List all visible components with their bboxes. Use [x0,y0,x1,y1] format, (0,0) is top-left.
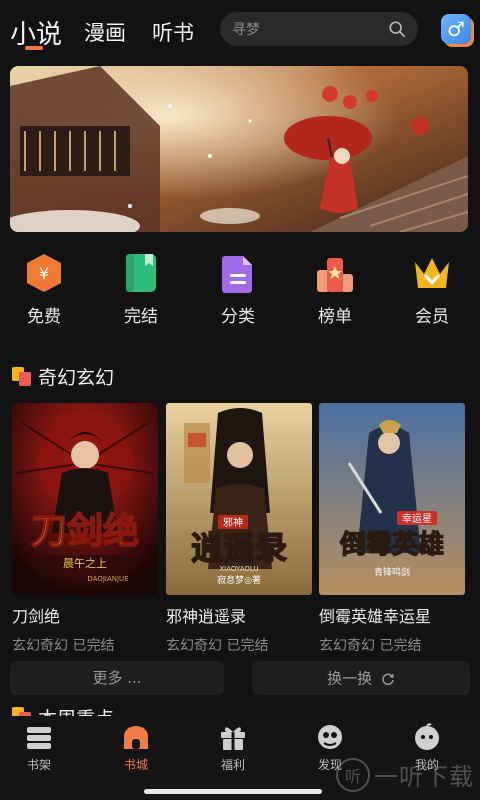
quicknav-free[interactable]: ¥ 免费 [9,246,79,327]
quick-nav: ¥ 免费 完结 分类 榜单 会员 [0,246,480,336]
nav-bookshelf[interactable]: 书架 [7,722,71,773]
banner-illustration [10,66,468,232]
section-actions: 更多 ... 换一换 [10,661,470,695]
free-coin-icon: ¥ [27,254,61,292]
quicknav-vip[interactable]: 会员 [397,246,467,327]
book-card[interactable]: 幸运星 倒霉英雄 青锋鸣剑 倒霉英雄幸运星 玄幻奇幻 已完结 [319,403,465,655]
profile-icon [415,723,439,750]
cover-title: 逍遥录 [191,529,287,567]
book-card[interactable]: 邪神 逍遥录 XIAOYAOLU 寂息梦◎著 邪神逍遥录 玄幻奇幻 已完结 [166,403,312,655]
more-button[interactable]: 更多 ... [10,661,224,695]
bottom-nav: 书架 书城 福利 发现 我的 听 一听下载 [0,716,480,800]
quicknav-category[interactable]: 分类 [203,246,273,327]
book-meta: 玄幻奇幻 已完结 [166,638,269,654]
cover-top: 邪神 [223,516,243,529]
ranking-icon [317,258,353,292]
finished-book-icon [126,254,156,292]
vip-crown-icon [415,258,449,288]
tab-audiobook[interactable]: 听书 [152,17,194,47]
cover-title: 倒霉英雄 [339,530,444,560]
watermark: 听 一听下载 [336,757,474,792]
book-meta: 玄幻奇幻 已完结 [12,638,115,654]
promo-banner[interactable] [10,66,468,232]
active-tab-indicator [25,46,43,50]
bookshelf-icon [27,727,51,749]
swap-label: 换一换 [327,669,373,688]
section-header: 奇幻玄幻 [12,363,114,390]
svg-text:¥: ¥ [39,264,49,283]
watermark-logo-icon: 听 [336,757,370,792]
bookstore-icon [124,726,148,749]
cover-author: 寂息梦◎著 [217,574,261,586]
cover-title: 刀剑绝 [31,510,139,552]
category-doc-icon [222,256,252,293]
book-title: 倒霉英雄幸运星 [319,607,432,626]
section-title: 奇幻玄幻 [38,367,115,389]
cover-subtitle: 晨午之上 [63,556,107,570]
quicknav-finished[interactable]: 完结 [106,246,176,327]
book-cover: 邪神 逍遥录 XIAOYAOLU 寂息梦◎著 [166,403,312,595]
swap-button[interactable]: 换一换 [252,661,470,695]
refresh-icon [382,673,394,685]
home-indicator[interactable] [144,789,322,794]
tab-comic[interactable]: 漫画 [84,17,126,47]
book-cover: 幸运星 倒霉英雄 青锋鸣剑 [319,403,465,595]
top-bar: 小说 漫画 听书 寻梦 ♂ [0,0,480,58]
book-meta: 玄幻奇幻 已完结 [319,638,422,654]
search-bar[interactable]: 寻梦 [220,12,418,46]
search-icon[interactable] [388,20,406,38]
watermark-text: 一听下载 [374,763,474,791]
book-title: 刀剑绝 [12,607,61,626]
male-icon: ♂ [447,17,465,41]
book-card[interactable]: 刀剑绝 晨午之上 DAOJIANJUE 刀剑绝 玄幻奇幻 已完结 [12,403,158,655]
search-placeholder: 寻梦 [232,22,260,38]
book-list: 刀剑绝 晨午之上 DAOJIANJUE 刀剑绝 玄幻奇幻 已完结 邪神 逍遥录 [12,403,468,655]
nav-bookstore[interactable]: 书城 [104,722,168,773]
cover-english: XIAOYAOLU [219,565,258,573]
nav-welfare[interactable]: 福利 [201,722,265,773]
cover-english: DAOJIANJUE [87,575,128,583]
book-title: 邪神逍遥录 [166,607,247,626]
discover-icon [318,725,342,749]
book-cover: 刀剑绝 晨午之上 DAOJIANJUE [12,403,158,595]
gift-icon [221,727,245,750]
cover-author: 青锋鸣剑 [374,566,410,578]
quicknav-ranking[interactable]: 榜单 [300,246,370,327]
gender-switch-button[interactable]: ♂ [441,14,471,44]
cover-top: 幸运星 [402,513,432,525]
section-mark-icon [12,366,32,387]
